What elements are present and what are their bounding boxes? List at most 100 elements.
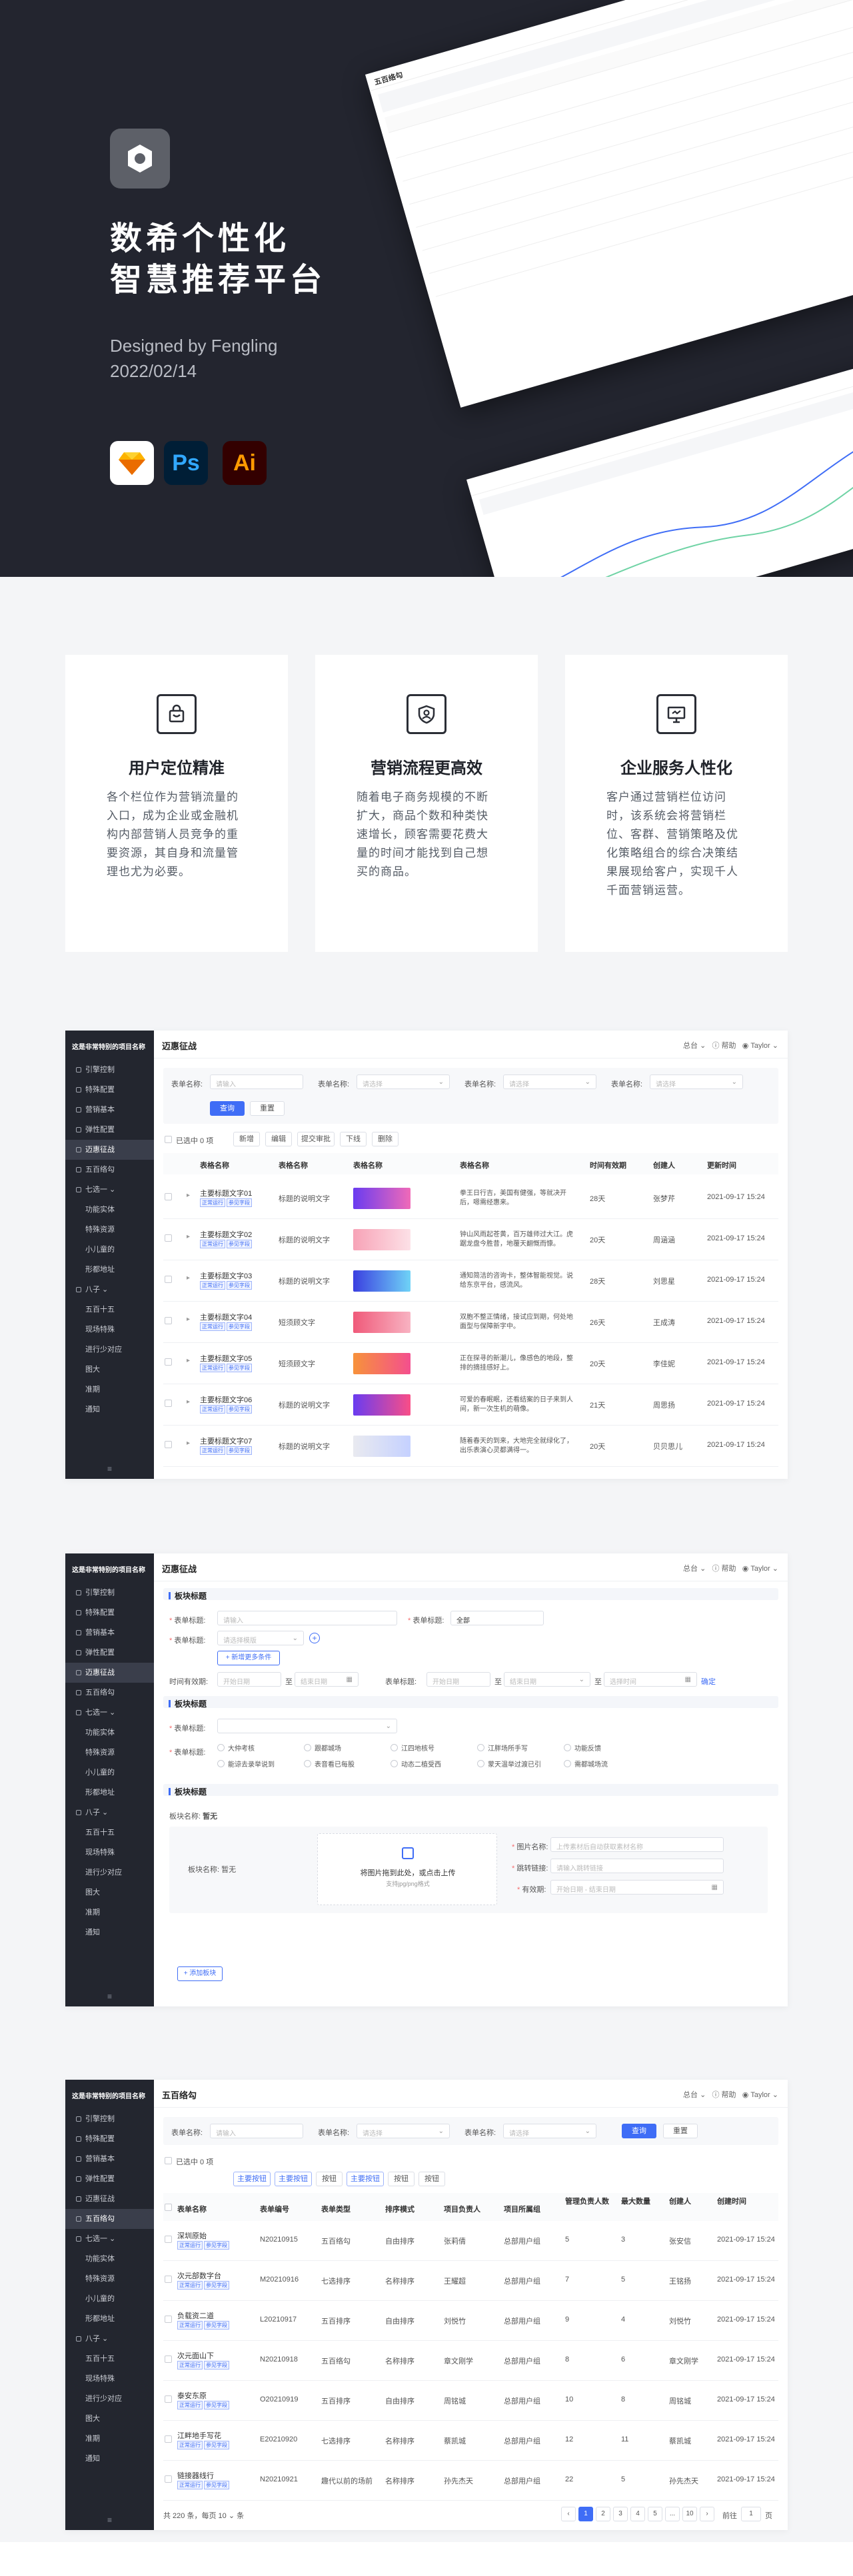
radio-option[interactable] <box>217 1744 225 1751</box>
filter-select[interactable]: 请选择 ⌄ <box>503 2124 596 2138</box>
time-input[interactable]: 选择时间 ▦ <box>604 1672 697 1687</box>
sidebar-subitem[interactable]: 准期 <box>65 1903 154 1923</box>
submit-approval-button[interactable]: 提交审批 <box>297 1132 335 1146</box>
sidebar-item[interactable]: 八子 ⌄ <box>65 1803 154 1823</box>
page-button[interactable]: 4 <box>630 2507 645 2521</box>
sidebar-subitem[interactable]: 形都地址 <box>65 2309 154 2329</box>
radio-option[interactable] <box>304 1744 311 1751</box>
sidebar-subitem[interactable]: 功能实体 <box>65 1200 154 1220</box>
start-date-input[interactable]: 开始日期 <box>217 1672 281 1687</box>
radio-option[interactable] <box>304 1760 311 1767</box>
page-button[interactable]: 5 <box>648 2507 662 2521</box>
page-size-select[interactable]: 10 <box>219 2512 227 2520</box>
filter-select[interactable]: 请选择 ⌄ <box>650 1074 743 1089</box>
sidebar-item[interactable]: 七选一 ⌄ <box>65 1180 154 1200</box>
row-checkbox[interactable] <box>165 1234 172 1242</box>
help-link[interactable]: 帮助 <box>722 2091 736 2099</box>
select-all-checkbox[interactable] <box>165 2204 172 2211</box>
sidebar-item[interactable]: 引擎控制 <box>65 1060 154 1080</box>
page-button[interactable]: 1 <box>578 2507 593 2521</box>
row-checkbox[interactable] <box>165 2435 172 2443</box>
primary-action-button[interactable]: 主要按钮 <box>275 2172 312 2186</box>
sidebar-subitem[interactable]: 进行少对应 <box>65 1863 154 1883</box>
sidebar-subitem[interactable]: 小儿童的 <box>65 1763 154 1783</box>
link-input[interactable]: 请输入跳转链接 <box>550 1859 724 1873</box>
upload-dropzone[interactable]: 将图片拖到此处，或点击上传 支持jpg/png格式 <box>317 1833 497 1905</box>
sidebar-subitem[interactable]: 形都地址 <box>65 1783 154 1803</box>
expand-icon[interactable]: ▸ <box>187 1357 190 1364</box>
sidebar-subitem[interactable]: 图大 <box>65 1360 154 1380</box>
add-condition-button[interactable]: + 新增更多条件 <box>217 1651 280 1665</box>
collapse-icon[interactable]: ≡ <box>65 1992 154 2001</box>
user-menu[interactable]: Taylor <box>750 1042 770 1050</box>
sidebar-subitem[interactable]: 特殊资源 <box>65 1220 154 1240</box>
sidebar-item[interactable]: 特殊配置 <box>65 1603 154 1623</box>
filter-input[interactable]: 请输入 <box>210 1074 303 1089</box>
sidebar-subitem[interactable]: 图大 <box>65 1883 154 1903</box>
sidebar-item[interactable]: 七选一 ⌄ <box>65 1703 154 1723</box>
row-checkbox[interactable] <box>165 1317 172 1324</box>
name-input[interactable]: 请输入 <box>217 1611 397 1625</box>
row-checkbox[interactable] <box>165 2395 172 2403</box>
sidebar-subitem[interactable]: 通知 <box>65 1923 154 1942</box>
total-dropdown[interactable]: 总台 <box>683 2091 698 2099</box>
edit-button[interactable]: 编辑 <box>265 1132 292 1146</box>
radio-option[interactable] <box>477 1744 484 1751</box>
offline-button[interactable]: 下线 <box>340 1132 367 1146</box>
reset-button[interactable]: 重置 <box>663 2124 698 2138</box>
end-date-input[interactable]: 结束日期 ▦ <box>295 1672 359 1687</box>
sidebar-item[interactable]: 营销基本 <box>65 1623 154 1643</box>
sidebar-subitem[interactable]: 准期 <box>65 2429 154 2449</box>
sidebar-item[interactable]: 引擎控制 <box>65 2109 154 2129</box>
select-all-checkbox[interactable] <box>165 2157 172 2164</box>
sidebar-subitem[interactable]: 特殊资源 <box>65 1743 154 1763</box>
expand-icon[interactable]: ▸ <box>187 1398 190 1406</box>
add-circle-icon[interactable]: + <box>309 1633 320 1643</box>
row-checkbox[interactable] <box>165 2475 172 2483</box>
sidebar-item[interactable]: 弹性配置 <box>65 2169 154 2189</box>
filter-select[interactable]: 请选择 ⌄ <box>357 1074 450 1089</box>
radio-option[interactable] <box>477 1760 484 1767</box>
total-dropdown[interactable]: 总台 <box>683 1042 698 1050</box>
sidebar-item[interactable]: 特殊配置 <box>65 1080 154 1100</box>
user-menu[interactable]: Taylor <box>750 2091 770 2099</box>
type-input[interactable]: 全部 <box>450 1611 544 1625</box>
sidebar-subitem[interactable]: 现场特殊 <box>65 1843 154 1863</box>
collapse-icon[interactable]: ≡ <box>65 2515 154 2525</box>
page-jump-input[interactable]: 1 <box>741 2507 761 2521</box>
date-end-input[interactable]: 结束日期 ⌄ <box>504 1672 590 1687</box>
sidebar-subitem[interactable]: 五百十五 <box>65 1300 154 1320</box>
row-checkbox[interactable] <box>165 1358 172 1366</box>
primary-action-button[interactable]: 主要按钮 <box>347 2172 384 2186</box>
sidebar-subitem[interactable]: 形都地址 <box>65 1260 154 1280</box>
row-checkbox[interactable] <box>165 1400 172 1407</box>
select-all-checkbox[interactable] <box>165 1136 172 1143</box>
reset-button[interactable]: 重置 <box>250 1101 285 1116</box>
expand-icon[interactable]: ▸ <box>187 1440 190 1447</box>
filter-select[interactable]: 请选择 ⌄ <box>503 1074 596 1089</box>
expand-icon[interactable]: ▸ <box>187 1316 190 1323</box>
delete-button[interactable]: 删除 <box>372 1132 399 1146</box>
sidebar-item[interactable]: 迈惠征战 <box>65 2189 154 2209</box>
template-select[interactable]: 请选择模版 ⌄ <box>217 1631 304 1645</box>
sidebar-item[interactable]: 五百络勾 <box>65 1160 154 1180</box>
sidebar-subitem[interactable]: 进行少对应 <box>65 2389 154 2409</box>
image-name-input[interactable]: 上传素材后自动获取素材名称 <box>550 1837 724 1852</box>
sidebar-subitem[interactable]: 进行少对应 <box>65 1340 154 1360</box>
sidebar-subitem[interactable]: 小儿童的 <box>65 1240 154 1260</box>
sidebar-item[interactable]: 弹性配置 <box>65 1120 154 1140</box>
sidebar-subitem[interactable]: 五百十五 <box>65 1823 154 1843</box>
sidebar-item[interactable]: 营销基本 <box>65 2149 154 2169</box>
sidebar-subitem[interactable]: 特殊资源 <box>65 2269 154 2289</box>
sidebar-subitem[interactable]: 通知 <box>65 1400 154 1420</box>
row-checkbox[interactable] <box>165 2236 172 2243</box>
action-button[interactable]: 按钮 <box>316 2172 343 2186</box>
sidebar-subitem[interactable]: 功能实体 <box>65 2249 154 2269</box>
sidebar-item-active[interactable]: 迈惠征战 <box>65 1663 154 1683</box>
radio-option[interactable] <box>564 1744 571 1751</box>
sidebar-subitem[interactable]: 现场特殊 <box>65 1320 154 1340</box>
row-checkbox[interactable] <box>165 1193 172 1200</box>
add-module-button[interactable]: + 添加板块 <box>177 1966 223 1981</box>
sidebar-item[interactable]: 八子 ⌄ <box>65 1280 154 1300</box>
date-start-input[interactable]: 开始日期 <box>426 1672 490 1687</box>
